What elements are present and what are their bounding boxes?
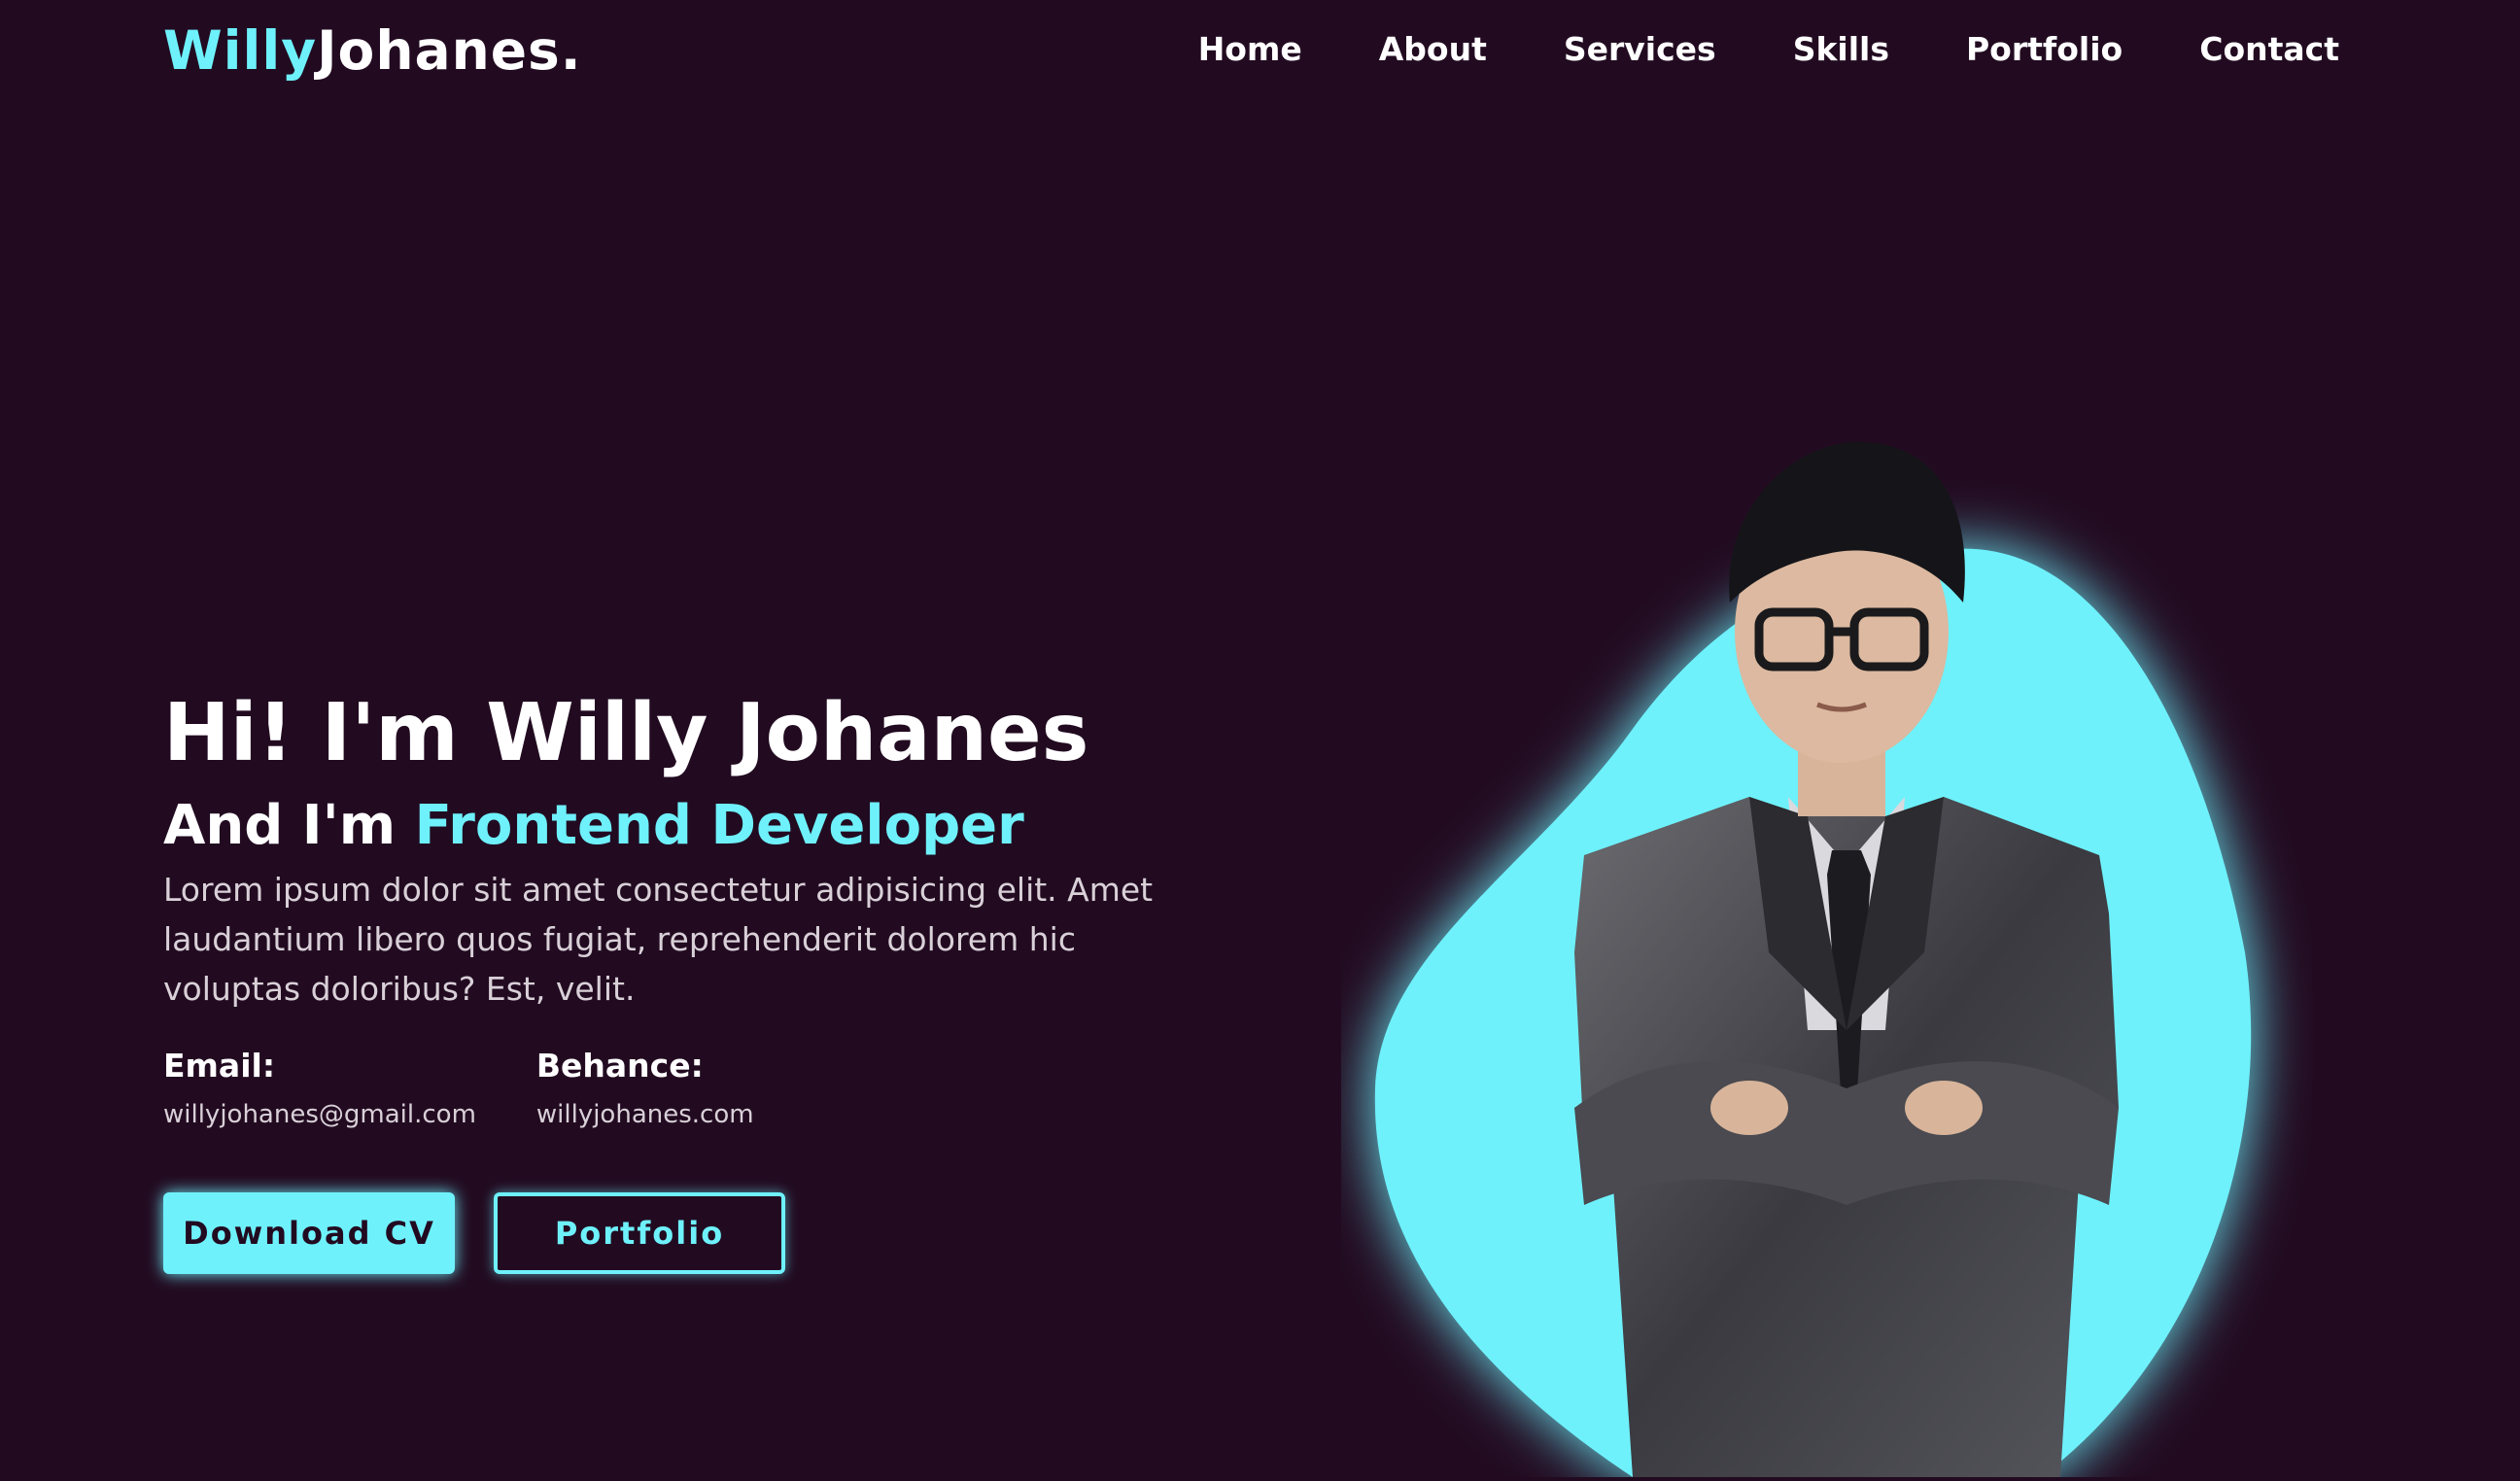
- behance-block: Behance: willyjohanes.com: [536, 1045, 754, 1134]
- navbar: WillyJohanes. Home About Services Skills…: [0, 0, 2520, 101]
- nav-menu: Home About Services Skills Portfolio Con…: [1122, 27, 2339, 72]
- email-value[interactable]: willyjohanes@gmail.com: [163, 1095, 476, 1134]
- subtitle-prefix: And I'm: [163, 794, 397, 857]
- hero-title: Hi! I'm Willy Johanes: [163, 687, 1089, 779]
- nav-link-home[interactable]: Home: [1198, 27, 1302, 72]
- profile-illustration: [1374, 441, 2252, 1477]
- hero-section: Hi! I'm Willy Johanes And I'm Frontend D…: [163, 680, 1252, 1274]
- logo-first-name: Willy: [163, 19, 318, 82]
- contact-info: Email: willyjohanes@gmail.com Behance: w…: [163, 1045, 1252, 1134]
- download-cv-button[interactable]: Download CV: [163, 1192, 455, 1274]
- behance-value[interactable]: willyjohanes.com: [536, 1095, 754, 1134]
- email-label: Email:: [163, 1047, 276, 1085]
- nav-link-about[interactable]: About: [1379, 27, 1487, 72]
- behance-label: Behance:: [535, 1047, 704, 1085]
- portfolio-button[interactable]: Portfolio: [494, 1192, 785, 1274]
- logo-last-name: Johanes.: [317, 19, 582, 82]
- hero-buttons: Download CV Portfolio: [163, 1192, 1252, 1274]
- site-logo[interactable]: WillyJohanes.: [163, 17, 582, 84]
- nav-link-services[interactable]: Services: [1564, 27, 1716, 72]
- profile-image: [1341, 408, 2313, 1477]
- hero-description: Lorem ipsum dolor sit amet consectetur a…: [163, 871, 1154, 1008]
- nav-link-portfolio[interactable]: Portfolio: [1966, 27, 2123, 72]
- email-block: Email: willyjohanes@gmail.com: [163, 1045, 476, 1134]
- subtitle-role: Frontend Developer: [414, 794, 1024, 857]
- hero-subtitle: And I'm Frontend Developer: [163, 787, 1252, 865]
- nav-link-skills[interactable]: Skills: [1793, 27, 1889, 72]
- nav-link-contact[interactable]: Contact: [2199, 27, 2339, 72]
